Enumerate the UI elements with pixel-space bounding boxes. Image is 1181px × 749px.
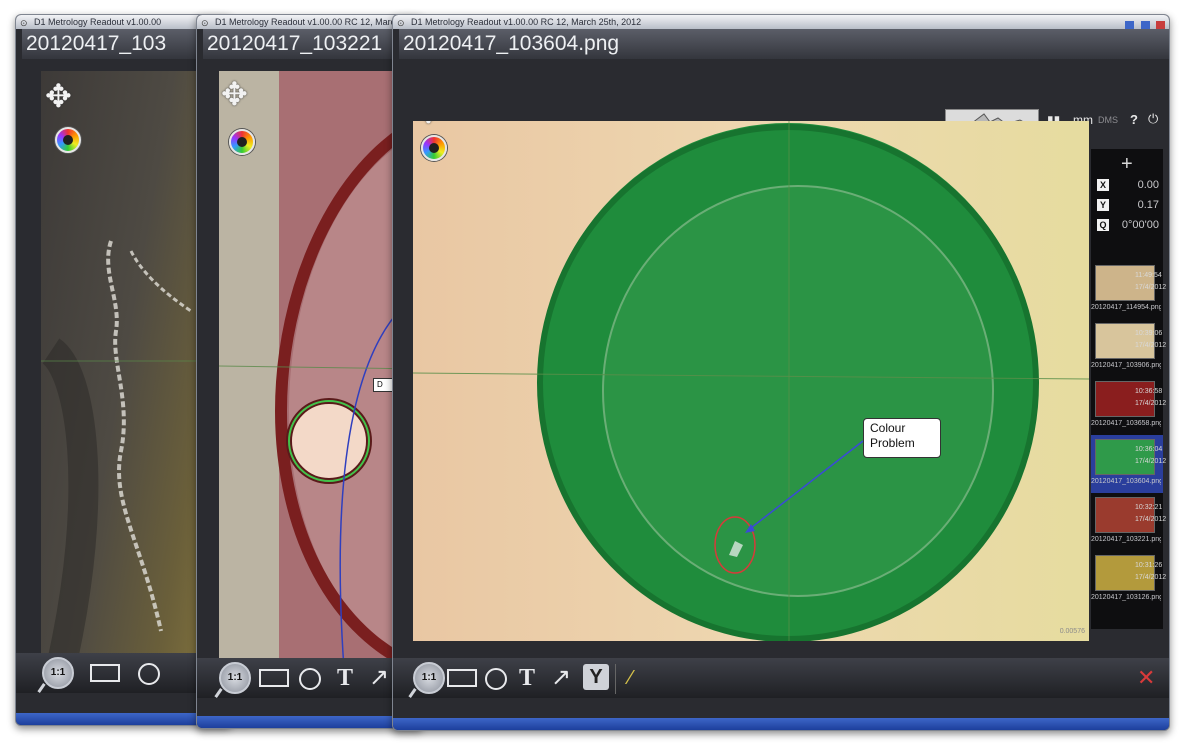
text-tool-button[interactable]: T xyxy=(519,666,535,690)
app-icon: ⊙ xyxy=(397,18,405,28)
circle-tool-icon[interactable] xyxy=(295,666,325,692)
window-bottom-bar xyxy=(197,716,422,728)
y-tool-icon[interactable]: Y xyxy=(583,664,609,690)
thumbnail-date: 17/4/2012 xyxy=(1135,284,1167,291)
thumbnail-filename: 20120417_103604.png xyxy=(1091,478,1161,485)
thumbnail-time: 10:32:21 xyxy=(1135,504,1163,511)
scale-readout: 0.00576 xyxy=(1059,628,1085,635)
readout-value-y: 0.17 xyxy=(1137,199,1159,211)
move-icon[interactable]: ✥ xyxy=(221,75,248,113)
power-icon[interactable]: ⏻ xyxy=(1148,111,1158,127)
thumbnail-date: 17/4/2012 xyxy=(1135,516,1167,523)
readout-value-q: 0°00'00 xyxy=(1121,219,1159,231)
colour-wheel-icon[interactable] xyxy=(229,129,255,155)
title-bar[interactable]: ⊙ D1 Metrology Readout v1.00.00 RC 12, M… xyxy=(393,15,1169,29)
thumbnail-filename: 20120417_114954.png xyxy=(1091,304,1161,311)
toolbar: 1:1 T ↗ Y ⁄ ✕ xyxy=(393,658,1169,698)
annotation-line-1: Colour xyxy=(870,421,906,435)
image-viewport[interactable]: Colour Problem 0.00576 ✥ xyxy=(413,121,1089,641)
thumbnail-date: 17/4/2012 xyxy=(1135,458,1167,465)
specimen-image xyxy=(413,121,1089,641)
thumbnail-filename: 20120417_103906.png xyxy=(1091,362,1161,369)
app-icon: ⊙ xyxy=(201,18,209,28)
arrow-tool-icon[interactable]: ↗ xyxy=(369,666,389,690)
readout-value-x: 0.00 xyxy=(1137,179,1159,191)
dms-label[interactable]: DMS xyxy=(1098,115,1118,125)
zoom-1-1-button[interactable]: 1:1 xyxy=(219,662,251,694)
filename-header: 20120417_103604.png xyxy=(399,29,1169,59)
colour-wheel-icon[interactable] xyxy=(55,127,81,153)
thumbnail-filename: 20120417_103221.png xyxy=(1091,536,1161,543)
colour-wheel-icon[interactable] xyxy=(421,135,447,161)
filename-header: 20120417_103221 xyxy=(203,29,422,59)
thumbnail-time: 10:39:06 xyxy=(1135,330,1163,337)
move-icon[interactable]: ✥ xyxy=(45,77,72,115)
window-bottom-bar xyxy=(393,718,1169,730)
thumbnail-item[interactable]: 10:31:26 17/4/2012 20120417_103126.png xyxy=(1091,551,1167,609)
app-icon: ⊙ xyxy=(20,18,28,28)
arrow-tool-icon[interactable]: ↗ xyxy=(551,666,571,690)
annotation-callout[interactable]: Colour Problem xyxy=(863,418,941,458)
thumbnail-item[interactable]: 10:36:58 17/4/2012 20120417_103658.png xyxy=(1091,377,1167,435)
magnifier-handle-icon xyxy=(214,688,223,698)
thumbnail-item[interactable]: 10:36:04 17/4/2012 20120417_103604.png xyxy=(1091,435,1167,493)
thumbnail-date: 17/4/2012 xyxy=(1135,342,1167,349)
move-icon[interactable]: ✥ xyxy=(415,121,442,131)
annotation-line-2: Problem xyxy=(870,436,915,450)
thumbnail-item[interactable]: 10:39:06 17/4/2012 20120417_103906.png xyxy=(1091,319,1167,377)
thumbnail-time: 11:49:54 xyxy=(1135,272,1162,279)
title-bar[interactable]: ⊙ D1 Metrology Readout v1.00.00 RC 12, M… xyxy=(197,15,422,29)
close-tool-icon[interactable]: ✕ xyxy=(1137,666,1155,690)
readout-key-q: Q xyxy=(1097,219,1109,231)
thumbnail-date: 17/4/2012 xyxy=(1135,400,1167,407)
thumbnail-time: 10:31:26 xyxy=(1135,562,1163,569)
text-tool-button[interactable]: T xyxy=(337,666,353,690)
title-text: D1 Metrology Readout v1.00.00 RC 12, Mar… xyxy=(215,17,401,27)
thumbnail-time: 10:36:58 xyxy=(1135,388,1163,395)
thumbnail-filename: 20120417_103658.png xyxy=(1091,420,1161,427)
crosshair-icon: + xyxy=(1121,153,1133,175)
zoom-1-1-button[interactable]: 1:1 xyxy=(413,662,445,694)
circle-tool-icon[interactable] xyxy=(134,661,164,687)
rectangle-tool-icon[interactable] xyxy=(257,666,291,690)
circle-tool-icon[interactable] xyxy=(481,666,511,692)
thumbnail-filename: 20120417_103126.png xyxy=(1091,594,1161,601)
window-front[interactable]: ⊙ D1 Metrology Readout v1.00.00 RC 12, M… xyxy=(392,14,1170,731)
window-controls xyxy=(1123,17,1165,30)
calibration-ruler-icon[interactable]: ⁄ xyxy=(629,666,632,690)
thumbnail-item[interactable]: 10:32:21 17/4/2012 20120417_103221.png xyxy=(1091,493,1167,551)
thumbnail-item[interactable]: 11:49:54 17/4/2012 20120417_114954.png xyxy=(1091,261,1167,319)
toolbar-divider xyxy=(615,664,616,694)
window-middle[interactable]: ⊙ D1 Metrology Readout v1.00.00 RC 12, M… xyxy=(196,14,423,729)
magnifier-handle-icon xyxy=(408,688,417,698)
magnifier-handle-icon xyxy=(37,683,46,693)
title-text: D1 Metrology Readout v1.00.00 RC 12, Mar… xyxy=(411,17,642,27)
thumbnail-list: 11:49:54 17/4/2012 20120417_114954.png 10:3… xyxy=(1091,261,1167,629)
thumbnail-time: 10:36:04 xyxy=(1135,446,1163,453)
zoom-1-1-button[interactable]: 1:1 xyxy=(42,657,74,689)
right-sidebar: + X 0.00 Y 0.17 Q 0°00'00 11:49:54 17/4/2… xyxy=(1091,149,1167,629)
readout-key-y: Y xyxy=(1097,199,1109,211)
thumbnail-date: 17/4/2012 xyxy=(1135,574,1167,581)
rectangle-tool-icon[interactable] xyxy=(445,666,479,690)
toolbar: 1:1 T ↗ xyxy=(197,658,422,698)
readout-key-x: X xyxy=(1097,179,1109,191)
label-text: D xyxy=(377,380,383,389)
title-text: D1 Metrology Readout v1.00.00 xyxy=(34,17,162,27)
help-button[interactable]: ? xyxy=(1130,112,1138,127)
rectangle-tool-icon[interactable] xyxy=(88,661,122,685)
